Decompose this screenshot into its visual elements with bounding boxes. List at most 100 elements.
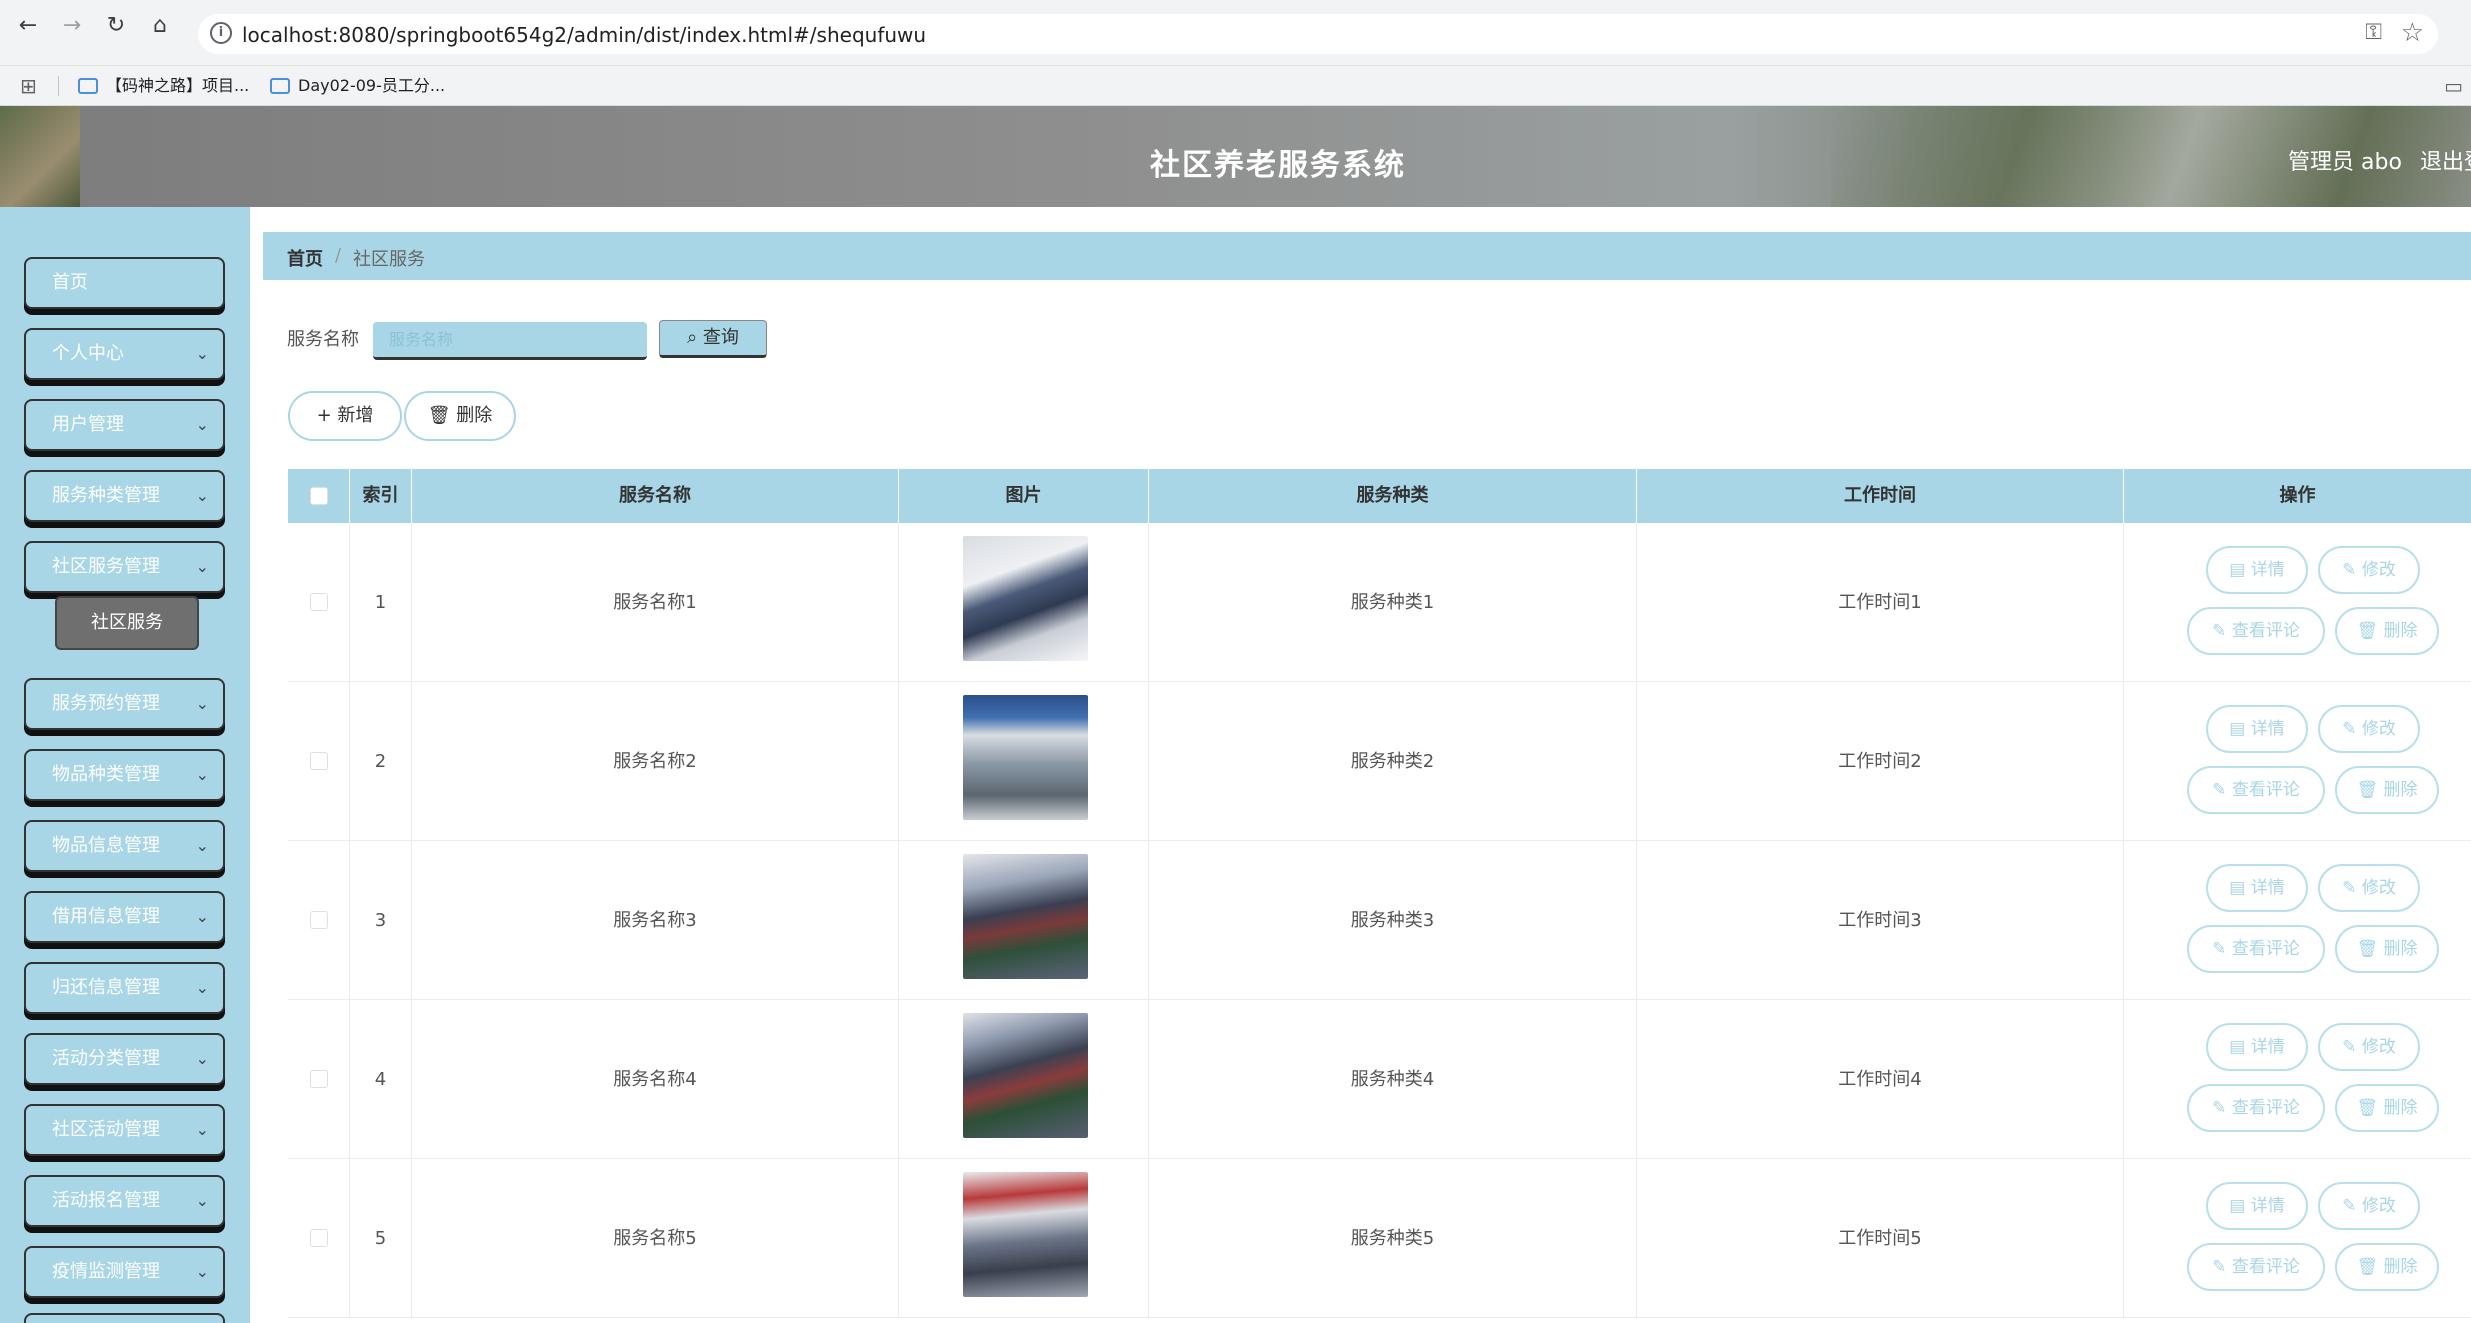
edit-button[interactable]: ✎ 修改	[2318, 864, 2420, 912]
trash-icon: 🗑	[2356, 621, 2379, 641]
view-comments-button[interactable]: ✎ 查看评论	[2187, 607, 2325, 655]
search-button[interactable]: ⌕ 查询	[659, 320, 767, 358]
row-service-name: 服务名称1	[412, 523, 899, 682]
logout-button[interactable]: 退出登	[2420, 144, 2471, 176]
address-url[interactable]: localhost:8080/springboot654g2/admin/dis…	[242, 23, 926, 47]
pencil-icon: ✎	[2342, 878, 2357, 898]
row-checkbox[interactable]	[310, 593, 328, 611]
edit-button[interactable]: ✎ 修改	[2318, 705, 2420, 753]
row-checkbox[interactable]	[310, 911, 328, 929]
view-comments-button[interactable]: ✎ 查看评论	[2187, 1243, 2325, 1291]
row-service-name: 服务名称5	[412, 1159, 899, 1318]
app-title: 社区养老服务系统	[1150, 148, 1406, 183]
detail-button[interactable]: ▤ 详情	[2206, 705, 2308, 753]
view-comments-button[interactable]: ✎ 查看评论	[2187, 1084, 2325, 1132]
service-image	[963, 695, 1088, 820]
view-comments-button[interactable]: ✎ 查看评论	[2187, 766, 2325, 814]
sidebar-item-activity-signups[interactable]: 活动报名管理 ⌄	[24, 1175, 225, 1227]
row-select-cell	[288, 841, 350, 1000]
sidebar-subitem-community-service[interactable]: 社区服务	[55, 596, 199, 650]
chevron-down-icon: ⌄	[195, 415, 209, 434]
chevron-down-icon: ⌄	[195, 1262, 209, 1281]
row-select-cell	[288, 1159, 350, 1318]
row-index: 1	[350, 523, 412, 682]
sidebar-item-community-activities[interactable]: 社区活动管理 ⌄	[24, 1104, 225, 1156]
delete-button[interactable]: 🗑 删除	[2335, 925, 2439, 973]
chevron-down-icon: ⌄	[195, 1049, 209, 1068]
delete-button[interactable]: 🗑 删除	[2335, 766, 2439, 814]
current-user: 管理员 abo	[2288, 150, 2402, 175]
detail-button[interactable]: ▤ 详情	[2206, 864, 2308, 912]
row-checkbox[interactable]	[310, 752, 328, 770]
row-select-cell	[288, 1000, 350, 1159]
bookmark-star-icon[interactable]: ☆	[2401, 18, 2424, 48]
sidebar-item-users[interactable]: 用户管理 ⌄	[24, 399, 225, 451]
back-icon[interactable]: ←	[14, 12, 42, 40]
trash-icon: 🗑	[427, 405, 451, 426]
address-bar[interactable]: i localhost:8080/springboot654g2/admin/d…	[198, 14, 2438, 54]
site-info-icon[interactable]: i	[210, 22, 232, 44]
sidebar-item-item-types[interactable]: 物品种类管理 ⌄	[24, 749, 225, 801]
sidebar-item-more[interactable]	[24, 1313, 225, 1323]
bookmarks-bar: ⊞ 【码神之路】项目... Day02-09-员工分... ▭	[0, 66, 2471, 106]
sidebar-item-epidemic-monitoring[interactable]: 疫情监测管理 ⌄	[24, 1246, 225, 1298]
service-image	[963, 1172, 1088, 1297]
edit-button[interactable]: ✎ 修改	[2318, 546, 2420, 594]
search-icon: ⌕	[687, 327, 698, 348]
breadcrumb-home[interactable]: 首页	[287, 245, 323, 271]
sidebar-item-service-types[interactable]: 服务种类管理 ⌄	[24, 470, 225, 522]
row-index: 3	[350, 841, 412, 1000]
reload-icon[interactable]: ↻	[102, 12, 130, 40]
chevron-down-icon: ⌄	[195, 344, 209, 363]
detail-button[interactable]: ▤ 详情	[2206, 1182, 2308, 1230]
search-input[interactable]	[373, 322, 647, 360]
chevron-down-icon: ⌄	[195, 907, 209, 926]
folder-icon[interactable]: ▭	[2444, 74, 2463, 98]
add-button[interactable]: + 新增	[288, 391, 402, 441]
detail-button[interactable]: ▤ 详情	[2206, 546, 2308, 594]
row-service-name: 服务名称3	[412, 841, 899, 1000]
view-comments-button[interactable]: ✎ 查看评论	[2187, 925, 2325, 973]
row-service-category: 服务种类3	[1149, 841, 1637, 1000]
batch-delete-button[interactable]: 🗑 删除	[404, 391, 516, 441]
home-icon[interactable]: ⌂	[146, 12, 174, 40]
edit-button[interactable]: ✎ 修改	[2318, 1182, 2420, 1230]
sidebar-item-community-services[interactable]: 社区服务管理 ⌄	[24, 541, 225, 593]
bilibili-icon	[270, 78, 290, 94]
bookmark-item[interactable]: Day02-09-员工分...	[270, 74, 445, 98]
delete-button[interactable]: 🗑 删除	[2335, 1243, 2439, 1291]
sidebar-item-borrowing[interactable]: 借用信息管理 ⌄	[24, 891, 225, 943]
edit-button[interactable]: ✎ 修改	[2318, 1023, 2420, 1071]
select-all-checkbox[interactable]	[310, 487, 328, 505]
service-image	[963, 854, 1088, 979]
detail-button[interactable]: ▤ 详情	[2206, 1023, 2308, 1071]
sidebar-item-appointments[interactable]: 服务预约管理 ⌄	[24, 678, 225, 730]
apps-grid-icon[interactable]: ⊞	[20, 74, 37, 98]
document-icon: ▤	[2229, 1037, 2246, 1057]
row-work-time: 工作时间1	[1637, 523, 2124, 682]
sidebar-item-item-info[interactable]: 物品信息管理 ⌄	[24, 820, 225, 872]
sidebar-item-activity-categories[interactable]: 活动分类管理 ⌄	[24, 1033, 225, 1085]
browser-toolbar: ← → ↻ ⌂ i localhost:8080/springboot654g2…	[0, 0, 2471, 66]
forward-icon[interactable]: →	[58, 12, 86, 40]
plus-icon: +	[316, 405, 332, 426]
password-key-icon[interactable]: ⚿	[2365, 20, 2382, 45]
bilibili-icon	[78, 78, 98, 94]
row-checkbox[interactable]	[310, 1229, 328, 1247]
row-checkbox[interactable]	[310, 1070, 328, 1088]
sidebar-item-profile[interactable]: 个人中心 ⌄	[24, 328, 225, 380]
chevron-down-icon: ⌄	[195, 557, 209, 576]
sidebar-item-home[interactable]: 首页	[24, 257, 225, 309]
sidebar-item-returns[interactable]: 归还信息管理 ⌄	[24, 962, 225, 1014]
breadcrumb-current: 社区服务	[353, 249, 425, 270]
chevron-down-icon: ⌄	[195, 978, 209, 997]
row-service-category: 服务种类2	[1149, 682, 1637, 841]
pencil-icon: ✎	[2342, 1037, 2357, 1057]
row-service-name: 服务名称4	[412, 1000, 899, 1159]
trash-icon: 🗑	[2356, 780, 2379, 800]
delete-button[interactable]: 🗑 删除	[2335, 607, 2439, 655]
bookmark-item[interactable]: 【码神之路】项目...	[78, 74, 249, 98]
document-icon: ▤	[2229, 560, 2246, 580]
table-row: 3 服务名称3 服务种类3 工作时间3 ▤ 详情 ✎ 修改 ✎ 查看评论 🗑 删…	[288, 841, 2471, 1000]
delete-button[interactable]: 🗑 删除	[2335, 1084, 2439, 1132]
